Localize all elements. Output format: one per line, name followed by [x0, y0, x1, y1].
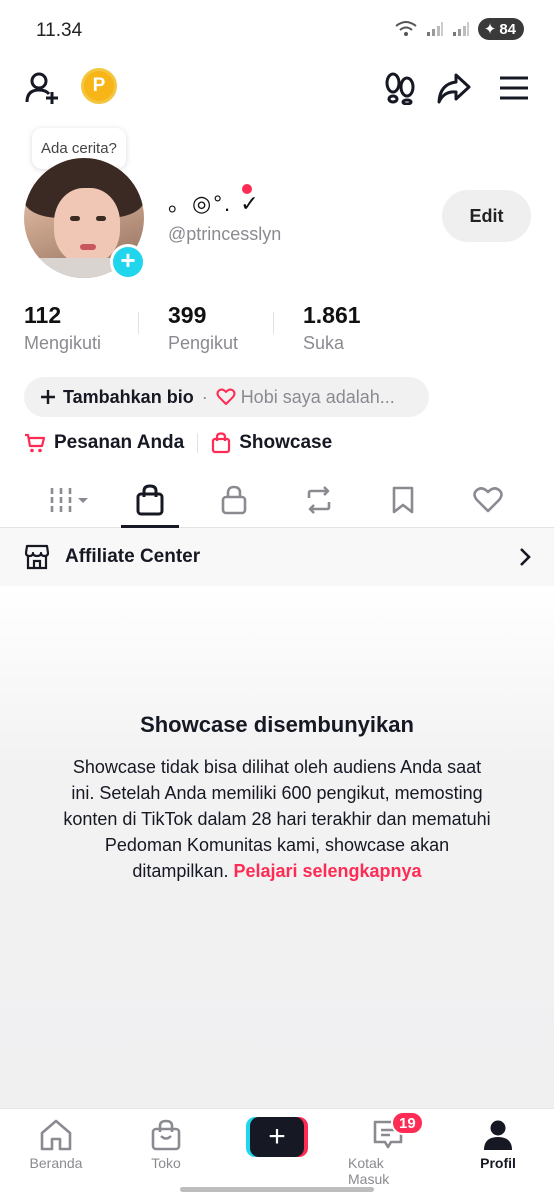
- repost-icon: [307, 486, 331, 514]
- affiliate-label: Affiliate Center: [65, 546, 201, 567]
- plus-icon: +: [120, 245, 136, 275]
- divider: [273, 312, 274, 334]
- nav-home[interactable]: Beranda: [16, 1119, 96, 1171]
- nav-home-label: Beranda: [29, 1155, 83, 1171]
- empty-state-title: Showcase disembunyikan: [140, 712, 414, 737]
- wifi-icon: [395, 21, 417, 36]
- bio-hint-text: Hobi saya adalah...: [240, 386, 395, 407]
- notification-dot: [242, 184, 252, 194]
- add-friend-button[interactable]: [22, 68, 62, 108]
- username: @ptrincesslyn: [168, 224, 282, 244]
- footprints-button[interactable]: [380, 68, 420, 108]
- bio-add: Tambahkan bio: [40, 387, 194, 408]
- shopping-bag-icon: [136, 484, 164, 516]
- edit-profile-button[interactable]: Edit: [442, 190, 531, 242]
- cart-icon: [25, 433, 46, 453]
- menu-button[interactable]: [494, 68, 534, 108]
- plus-icon: [41, 390, 55, 404]
- shop-row: Pesanan Anda Showcase: [24, 428, 332, 458]
- battery-indicator: ✦ 84: [477, 18, 524, 40]
- signal-icon-2: [452, 22, 469, 36]
- storefront-icon: [24, 544, 50, 570]
- tab-showcase[interactable]: [110, 472, 190, 528]
- bookmark-icon: [392, 486, 414, 514]
- bio-separator: ·: [201, 386, 208, 407]
- heart-icon: [473, 487, 503, 513]
- add-bio-button[interactable]: Tambahkan bio · Hobi saya adalah...: [24, 377, 429, 417]
- stat-label: Suka: [303, 333, 345, 353]
- share-icon: [437, 73, 471, 104]
- nav-inbox-label: Kotak Masuk: [348, 1155, 390, 1187]
- heart-icon: [216, 388, 236, 405]
- stat-label: Mengikuti: [24, 333, 102, 353]
- tab-favorites[interactable]: [363, 472, 443, 528]
- hamburger-menu-icon: [500, 76, 528, 100]
- plus-icon: +: [250, 1117, 304, 1157]
- orders-label: Pesanan Anda: [54, 432, 185, 453]
- bio-add-label: Tambahkan bio: [63, 386, 194, 407]
- create-button[interactable]: +: [246, 1117, 308, 1157]
- leaf-icon: ✦: [483, 21, 497, 38]
- showcase-link[interactable]: Showcase: [211, 432, 332, 454]
- showcase-empty-state: Showcase disembunyikan Showcase tidak bi…: [0, 586, 554, 1108]
- stat-followers[interactable]: 399 Pengikut: [168, 302, 238, 354]
- signal-icon: [426, 22, 443, 36]
- status-bar: 11.34 ✦ 84: [0, 0, 554, 60]
- stat-value: 1.861: [303, 302, 361, 328]
- profile-icon: [484, 1120, 512, 1150]
- add-user-icon: [25, 72, 58, 104]
- divider: [138, 312, 139, 334]
- nav-profile-label: Profil: [480, 1155, 516, 1171]
- nav-shop[interactable]: Toko: [126, 1119, 206, 1171]
- stat-label: Pengikut: [168, 333, 239, 353]
- chevron-right-icon: [520, 548, 531, 566]
- shopping-bag-icon: [151, 1119, 181, 1151]
- nav-profile[interactable]: Profil: [458, 1119, 538, 1171]
- share-profile-button[interactable]: [434, 68, 474, 108]
- home-icon: [40, 1119, 72, 1151]
- shopping-bag-icon: [212, 432, 231, 454]
- tab-reposts[interactable]: [279, 472, 359, 528]
- lock-icon: [221, 485, 247, 515]
- stat-value: 112: [24, 302, 62, 328]
- tab-liked[interactable]: [448, 472, 528, 528]
- profile-stats: 112 Mengikuti 399 Pengikut 1.861 Suka: [0, 302, 554, 354]
- inbox-badge: 19: [391, 1111, 424, 1135]
- stat-likes[interactable]: 1.861 Suka: [303, 302, 361, 354]
- orders-link[interactable]: Pesanan Anda: [24, 432, 184, 454]
- bio-hint: Hobi saya adalah...: [216, 387, 395, 408]
- coin-icon[interactable]: P: [81, 68, 117, 104]
- empty-state-body: Showcase tidak bisa dilihat oleh audiens…: [62, 754, 492, 884]
- affiliate-center-row[interactable]: Affiliate Center: [0, 528, 554, 586]
- showcase-label: Showcase: [239, 432, 333, 453]
- stat-value: 399: [168, 302, 207, 328]
- add-story-button[interactable]: +: [110, 244, 146, 280]
- status-icons: ✦ 84: [394, 18, 524, 40]
- grid-filter-icon: [50, 488, 88, 512]
- divider: [197, 433, 199, 453]
- learn-more-link[interactable]: Pelajari selengkapnya: [233, 861, 421, 881]
- stat-following[interactable]: 112 Mengikuti: [24, 302, 101, 354]
- status-time: 11.34: [36, 20, 83, 41]
- home-indicator: [180, 1187, 374, 1192]
- nav-shop-label: Toko: [151, 1155, 181, 1171]
- profile-tabs: [0, 472, 554, 528]
- top-nav: P: [0, 62, 554, 112]
- footprints-icon: [385, 72, 415, 105]
- battery-level: 84: [499, 20, 516, 38]
- tab-videos[interactable]: [30, 472, 110, 528]
- tab-private[interactable]: [194, 472, 274, 528]
